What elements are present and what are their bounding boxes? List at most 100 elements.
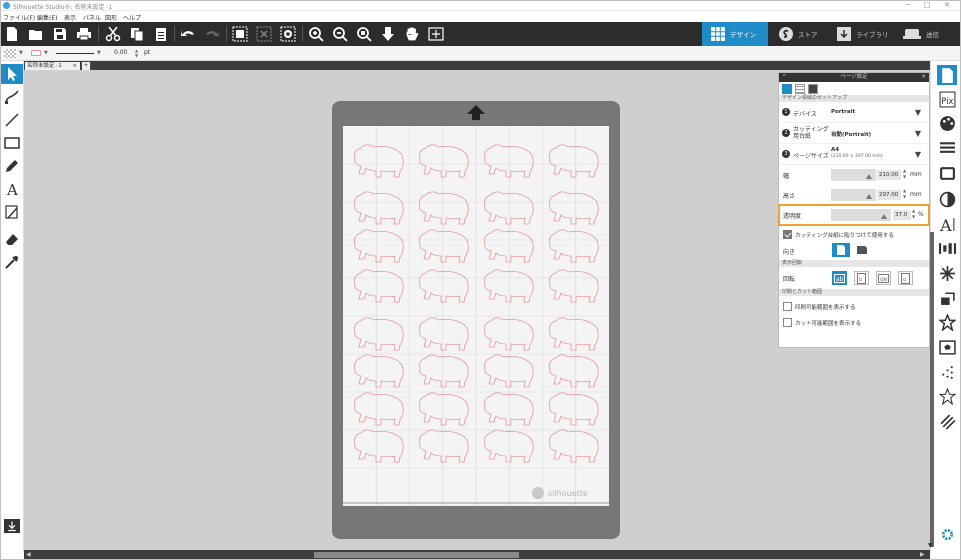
background-tab-icon[interactable] <box>808 83 818 94</box>
line-width-spinner[interactable]: ▲ ▼ <box>135 48 138 58</box>
width-input[interactable]: 210.00 <box>877 170 901 180</box>
eyedropper-icon[interactable] <box>2 252 22 272</box>
document-tab[interactable]: 名称未設定 -1 × <box>25 62 80 70</box>
pixscan-icon[interactable]: Pix <box>937 89 957 109</box>
page-size-value[interactable]: A4 (210.00 × 297.00 mm) <box>831 147 883 160</box>
page-size-row[interactable]: 3 ページサイズ A4 (210.00 × 297.00 mm) ▼ <box>779 144 929 165</box>
menu-shapes[interactable]: 図形 <box>105 13 117 22</box>
menu-panel[interactable]: パネル <box>83 13 101 22</box>
page-setup-tab-icon[interactable] <box>782 83 792 94</box>
load-mat-arrow-icon[interactable] <box>466 104 486 122</box>
knife-tool-icon[interactable] <box>2 202 22 222</box>
transparency-contrast-icon[interactable] <box>937 189 957 209</box>
menu-view[interactable]: 表示 <box>64 13 76 22</box>
fill-dropdown-icon[interactable]: ▼ <box>19 50 23 56</box>
modify-star-icon[interactable] <box>937 312 957 332</box>
rotate-0-icon[interactable]: ab <box>832 271 847 285</box>
new-file-button[interactable] <box>2 24 22 44</box>
tab-design[interactable]: デザイン <box>702 22 768 46</box>
line-color-swatch[interactable] <box>31 50 41 56</box>
add-tab-button[interactable]: + <box>82 62 90 70</box>
transparency-spinner[interactable]: ▲ ▼ <box>912 208 915 220</box>
horizontal-scroll-thumb[interactable] <box>314 552 519 558</box>
draw-pencil-icon[interactable] <box>2 156 22 176</box>
align-icon[interactable] <box>937 238 957 258</box>
transform-icon[interactable] <box>937 263 957 283</box>
line-width-value[interactable]: 0.00 <box>114 49 127 56</box>
horizontal-scrollbar[interactable]: ◀ ▶ <box>24 550 930 560</box>
show-print-area-checkbox[interactable] <box>783 302 792 311</box>
scroll-right-arrow-icon[interactable]: ▶ <box>920 551 925 558</box>
landscape-orientation-icon[interactable] <box>853 243 871 257</box>
cut-scissors-icon[interactable] <box>103 24 123 44</box>
width-slider[interactable] <box>831 169 876 181</box>
vertical-scrollbar[interactable] <box>930 232 934 547</box>
undo-icon[interactable] <box>178 24 198 44</box>
line-color-dropdown-icon[interactable]: ▼ <box>44 50 48 56</box>
eraser-icon[interactable] <box>2 229 22 249</box>
rotate-90-icon[interactable]: b <box>854 271 869 285</box>
ungroup-icon[interactable] <box>254 24 274 44</box>
offset-icon[interactable] <box>937 337 957 357</box>
stick-to-mat-row[interactable]: カッティング台紙に貼りつけて使用する <box>779 228 929 241</box>
chevron-down-icon[interactable]: ▼ <box>915 108 921 117</box>
print-button[interactable] <box>74 24 94 44</box>
height-spinner[interactable]: ▲ ▼ <box>903 188 906 200</box>
copy-icon[interactable] <box>127 24 147 44</box>
settings-gear-icon[interactable] <box>937 527 957 541</box>
chevron-down-icon[interactable]: ▼ <box>915 150 921 159</box>
maximize-button[interactable]: □ <box>920 1 934 10</box>
select-tool-icon[interactable] <box>1 64 23 84</box>
line-style-icon[interactable] <box>937 137 957 157</box>
width-spinner[interactable]: ▲ ▼ <box>903 168 906 180</box>
tab-library[interactable]: ライブラリ <box>828 22 892 46</box>
close-window-button[interactable]: ✕ <box>940 1 954 10</box>
height-slider[interactable] <box>831 189 876 201</box>
stick-to-mat-checkbox[interactable] <box>783 230 792 239</box>
transparency-slider[interactable] <box>831 209 891 221</box>
send-to-library-icon[interactable] <box>4 519 20 533</box>
menu-edit[interactable]: 編集(E) <box>37 13 57 22</box>
replicate-icon[interactable] <box>937 287 957 307</box>
mat-value[interactable]: 自動(Portrait) <box>831 130 871 138</box>
save-button[interactable] <box>50 24 70 44</box>
device-value[interactable]: Portrait <box>831 109 855 115</box>
line-style-preview[interactable] <box>56 53 94 54</box>
zoom-out-icon[interactable] <box>330 24 350 44</box>
tab-send[interactable]: 送信 <box>894 22 961 46</box>
fill-palette-icon[interactable] <box>937 113 957 133</box>
image-trace-icon[interactable] <box>937 163 957 183</box>
add-page-icon[interactable] <box>426 24 446 44</box>
text-tool-icon[interactable]: A <box>2 179 22 199</box>
show-cut-area-row[interactable]: カット可能範囲を表示する <box>779 315 929 331</box>
line-style-dropdown-icon[interactable]: ▼ <box>97 50 101 56</box>
show-cut-area-checkbox[interactable] <box>783 318 792 327</box>
rotate-270-icon[interactable]: q <box>898 271 913 285</box>
paste-clipboard-icon[interactable] <box>151 24 171 44</box>
pan-hand-icon[interactable] <box>402 24 422 44</box>
rectangle-tool-icon[interactable] <box>2 133 22 153</box>
fit-to-page-icon[interactable] <box>378 24 398 44</box>
tab-store[interactable]: ストア <box>770 22 826 46</box>
page-setup-panel-icon[interactable] <box>937 65 957 85</box>
edit-points-icon[interactable] <box>2 87 22 107</box>
mat-row[interactable]: 2 カッティング用台紙 自動(Portrait) ▼ <box>779 123 929 144</box>
scroll-left-arrow-icon[interactable]: ◀ <box>26 551 31 558</box>
open-file-button[interactable] <box>26 24 46 44</box>
menu-file[interactable]: ファイル(F) <box>3 13 35 22</box>
portrait-orientation-icon[interactable] <box>832 243 850 257</box>
redo-icon[interactable] <box>202 24 222 44</box>
favorites-star-icon[interactable] <box>937 386 957 406</box>
panel-close-button[interactable]: ✕ <box>921 73 926 82</box>
zoom-in-icon[interactable] <box>306 24 326 44</box>
height-input[interactable]: 297.00 <box>877 190 901 200</box>
show-print-area-row[interactable]: 印刷可能範囲を表示する <box>779 299 929 315</box>
line-tool-icon[interactable] <box>2 110 22 130</box>
minimize-button[interactable]: ─ <box>901 1 915 10</box>
compound-path-icon[interactable] <box>278 24 298 44</box>
group-icon[interactable] <box>230 24 250 44</box>
grid-tab-icon[interactable] <box>795 83 805 94</box>
panel-collapse-icon[interactable]: ^ <box>782 73 787 82</box>
menu-help[interactable]: ヘルプ <box>123 13 141 22</box>
transparency-input[interactable]: 37.0 <box>893 210 911 220</box>
